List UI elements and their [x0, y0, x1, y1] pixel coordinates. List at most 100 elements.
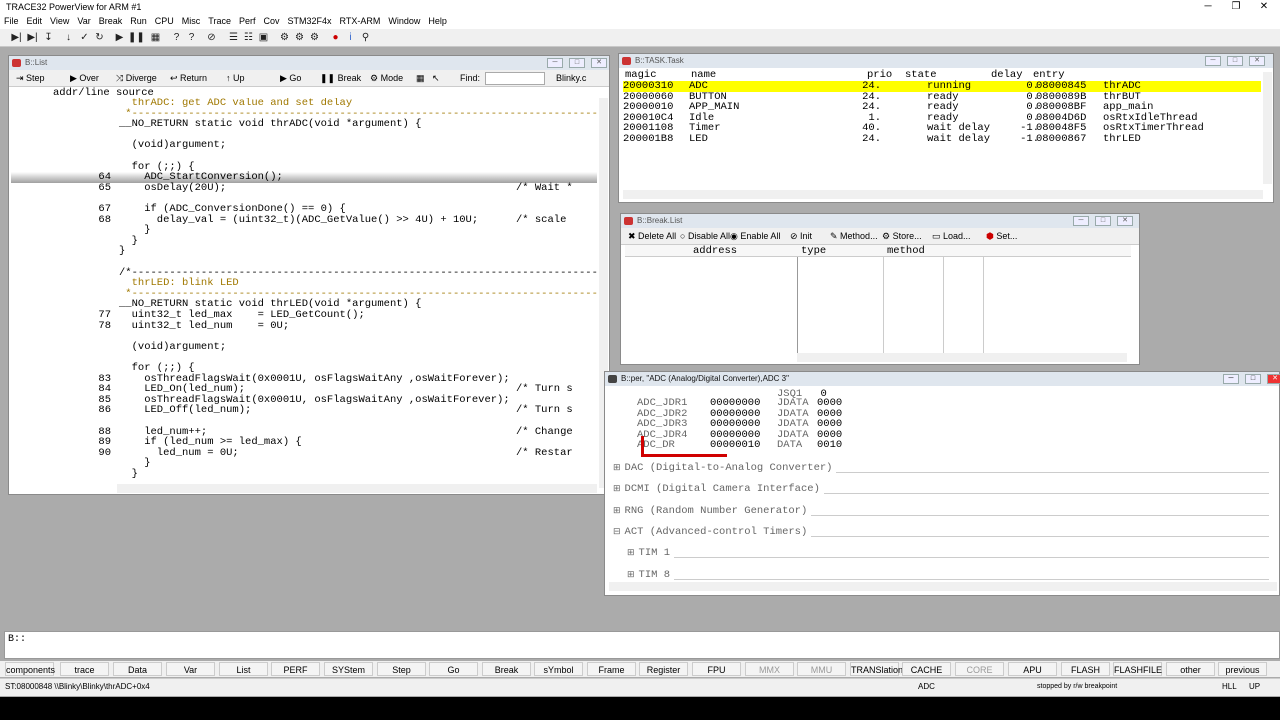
- close-icon[interactable]: ✕: [1249, 56, 1265, 66]
- enable-all-button[interactable]: ◉ Enable All: [727, 230, 783, 243]
- peripheral-group[interactable]: ⊞ TIM 1: [627, 547, 675, 560]
- menu-item[interactable]: STM32F4x: [287, 16, 331, 26]
- maximize-icon[interactable]: □: [1227, 56, 1243, 66]
- softkey-button[interactable]: Frame: [587, 662, 636, 676]
- source-line[interactable]: }: [11, 225, 597, 236]
- vertical-scrollbar[interactable]: [1263, 72, 1272, 184]
- softkey-button[interactable]: other: [1166, 662, 1215, 676]
- table-icon[interactable]: ☷: [242, 31, 255, 44]
- softkey-button[interactable]: SYStem: [324, 662, 373, 676]
- up-button[interactable]: ↑ Up: [223, 72, 248, 85]
- maximize-icon[interactable]: ❐: [1222, 0, 1250, 14]
- softkey-button[interactable]: components: [5, 662, 55, 676]
- delete-all-button[interactable]: ✖ Delete All: [625, 230, 679, 243]
- menu-item[interactable]: Window: [388, 16, 420, 26]
- menu-item[interactable]: Misc: [182, 16, 201, 26]
- return-button[interactable]: ↩ Return: [167, 72, 210, 85]
- softkey-button[interactable]: TRANSlation: [850, 662, 903, 676]
- source-line[interactable]: 68 delay_val = (uint32_t)(ADC_GetValue()…: [11, 214, 597, 226]
- menu-item[interactable]: File: [4, 16, 19, 26]
- over-button[interactable]: ▶ Over: [67, 72, 102, 85]
- source-line[interactable]: __NO_RETURN static void thrADC(void *arg…: [11, 119, 597, 130]
- peripheral-group[interactable]: ⊞ DCMI (Digital Camera Interface): [613, 483, 824, 496]
- softkey-button[interactable]: List: [219, 662, 268, 676]
- pause-icon[interactable]: ❚❚: [128, 31, 145, 44]
- peripheral-group[interactable]: ⊟ ACT (Advanced-control Timers): [613, 525, 812, 538]
- maximize-icon[interactable]: □: [1095, 216, 1111, 226]
- help-icon[interactable]: ?: [170, 31, 183, 44]
- step-button[interactable]: ⇥ Step: [13, 72, 48, 85]
- maximize-icon[interactable]: □: [1245, 374, 1261, 384]
- go-icon[interactable]: ▶: [113, 31, 126, 44]
- list-icon[interactable]: ☰: [227, 31, 240, 44]
- search-icon[interactable]: ⚲: [359, 31, 372, 44]
- expand-icon[interactable]: ⊞: [613, 506, 621, 516]
- softkey-button[interactable]: PERF: [271, 662, 320, 676]
- menu-item[interactable]: Cov: [263, 16, 279, 26]
- expand-icon[interactable]: ⊞: [613, 484, 621, 494]
- menu-item[interactable]: Edit: [27, 16, 43, 26]
- arrow-icon[interactable]: ↖: [429, 72, 443, 85]
- menu-item[interactable]: CPU: [155, 16, 174, 26]
- softkey-button[interactable]: FLASHFILE: [1113, 662, 1162, 676]
- source-line[interactable]: [11, 352, 597, 363]
- softkey-button[interactable]: FLASH: [1061, 662, 1110, 676]
- source-line[interactable]: }: [11, 458, 597, 469]
- source-line[interactable]: 78 uint32_t led_num = 0U;: [11, 320, 597, 332]
- find-input[interactable]: [485, 72, 545, 85]
- softkey-button[interactable]: sYmbol: [534, 662, 583, 676]
- menu-item[interactable]: Perf: [239, 16, 256, 26]
- softkey-button[interactable]: FPU: [692, 662, 741, 676]
- menu-item[interactable]: Var: [77, 16, 90, 26]
- set-button[interactable]: ⬢ Set...: [983, 230, 1020, 243]
- register-fv[interactable]: 0010: [817, 440, 842, 451]
- source-line[interactable]: }: [11, 246, 597, 257]
- softkey-button[interactable]: APU: [1008, 662, 1057, 676]
- menu-item[interactable]: Trace: [208, 16, 231, 26]
- source-line[interactable]: /*--------------------------------------…: [11, 267, 597, 279]
- softkey-button[interactable]: Register: [639, 662, 688, 676]
- peripheral-group[interactable]: ⊞ TIM 8: [627, 568, 675, 581]
- source-line[interactable]: }: [11, 236, 597, 247]
- horizontal-scrollbar[interactable]: [623, 190, 1263, 199]
- source-line[interactable]: 65 osDelay(20U); /* Wait *: [11, 183, 597, 194]
- source-line[interactable]: [11, 331, 597, 342]
- source-line[interactable]: 86 LED_Off(led_num); /* Turn s: [11, 405, 597, 416]
- peripheral-group[interactable]: ⊞ RNG (Random Number Generator): [613, 504, 812, 517]
- minimize-icon[interactable]: ─: [1073, 216, 1089, 226]
- register-row[interactable]: ADC_DR 00000010 DATA 0010: [637, 440, 897, 451]
- task-row[interactable]: 200001B8 LED 24. wait delay -1. 08000867 thrLE…: [623, 134, 1261, 145]
- step-icon[interactable]: ▶|: [10, 31, 23, 44]
- source-line[interactable]: }: [11, 469, 597, 480]
- gear-icon[interactable]: ⚙: [308, 31, 321, 44]
- step-into-icon[interactable]: ↧: [42, 31, 55, 44]
- task-row[interactable]: 20000310 ADC 24. running 0. 08000845 thrADC: [623, 81, 1261, 92]
- redo-icon[interactable]: ↻: [93, 31, 106, 44]
- go-button[interactable]: ▶ Go: [277, 72, 304, 85]
- menu-item[interactable]: View: [50, 16, 69, 26]
- softkey-button[interactable]: previous: [1218, 662, 1267, 676]
- info-icon[interactable]: i: [344, 31, 357, 44]
- horizontal-scrollbar[interactable]: [797, 353, 1127, 362]
- softkey-button[interactable]: CORE: [955, 662, 1004, 676]
- softkey-button[interactable]: MMX: [745, 662, 794, 676]
- softkey-button[interactable]: Go: [429, 662, 478, 676]
- close-icon[interactable]: ✕: [591, 58, 607, 68]
- record-icon[interactable]: ●: [329, 31, 342, 44]
- check-icon[interactable]: ✓: [78, 31, 91, 44]
- collapse-icon[interactable]: ⊟: [613, 527, 621, 537]
- close-icon[interactable]: ✕: [1250, 0, 1278, 14]
- expand-icon[interactable]: ⊞: [613, 463, 621, 473]
- softkey-button[interactable]: trace: [60, 662, 109, 676]
- horizontal-scrollbar[interactable]: [117, 484, 597, 493]
- load-button[interactable]: ▭ Load...: [929, 230, 974, 243]
- gear-icon[interactable]: ⚙: [278, 31, 291, 44]
- maximize-icon[interactable]: □: [569, 58, 585, 68]
- minimize-icon[interactable]: ─: [1194, 0, 1222, 14]
- close-icon[interactable]: ✕: [1267, 374, 1280, 384]
- context-help-icon[interactable]: ?: [185, 31, 198, 44]
- method-button[interactable]: ✎ Method...: [827, 230, 881, 243]
- softkey-button[interactable]: Break: [482, 662, 531, 676]
- source-line[interactable]: [11, 151, 597, 162]
- source-line[interactable]: [11, 130, 597, 141]
